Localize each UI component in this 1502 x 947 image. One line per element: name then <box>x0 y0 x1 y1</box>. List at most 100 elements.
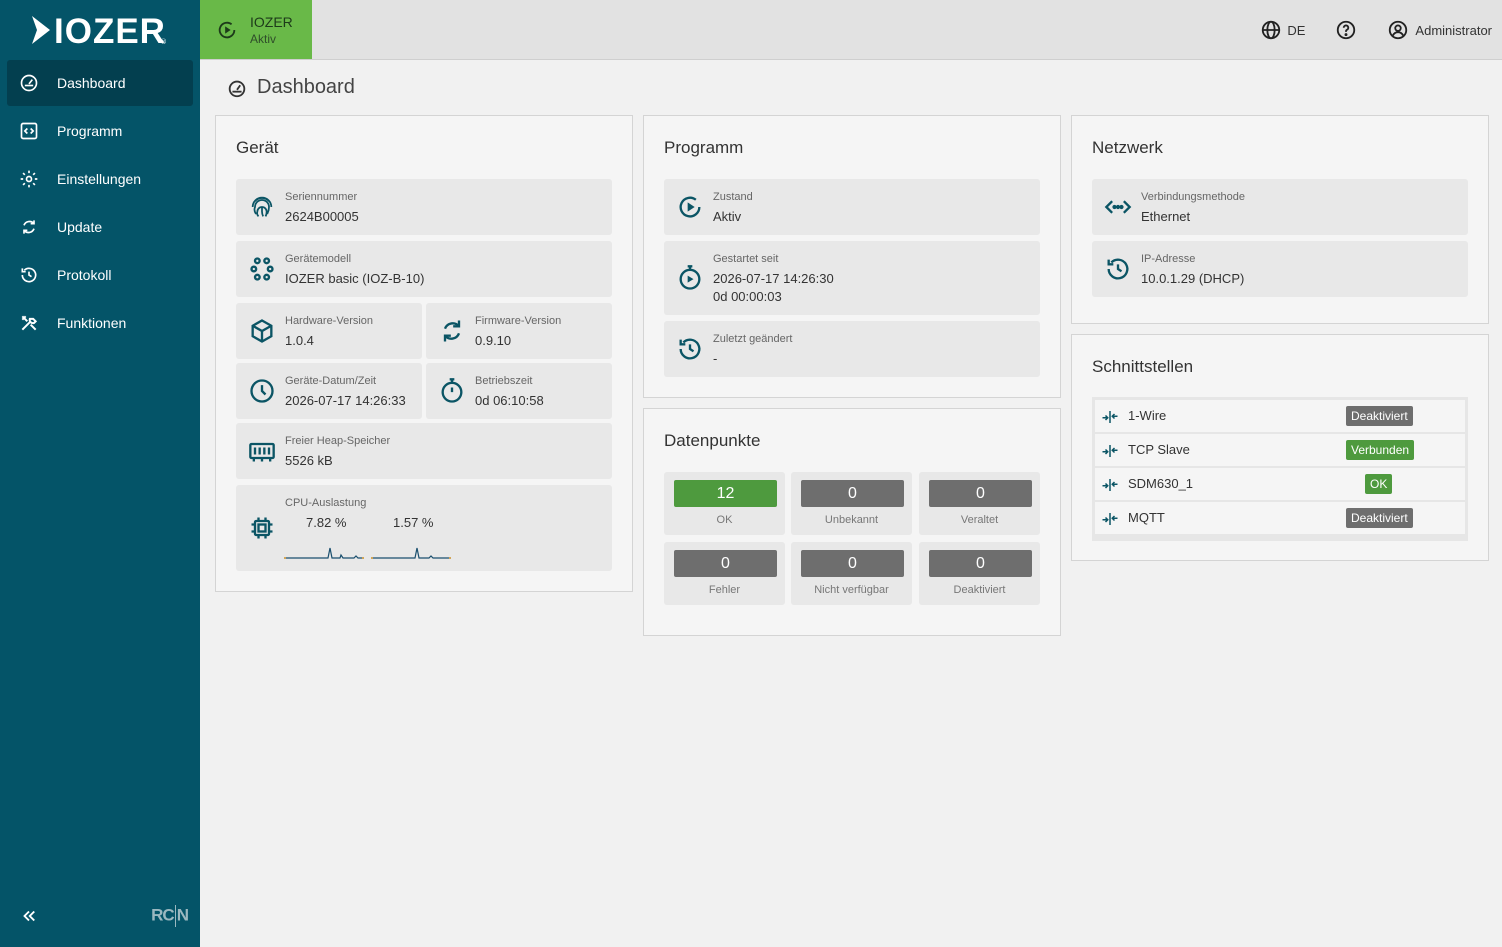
gauge-icon <box>228 80 246 97</box>
datapoint-outdated[interactable]: 0 Veraltet <box>919 472 1040 535</box>
uptime-tile: Betriebszeit 0d 06:10:58 <box>426 363 612 419</box>
hardware-tile: Hardware-Version 1.0.4 <box>236 303 422 359</box>
cpu-icon <box>251 517 273 539</box>
status-badge: Deaktiviert <box>1346 406 1413 426</box>
nav-item-programm[interactable]: Programm <box>7 108 193 154</box>
network-arrows-icon <box>1104 200 1132 214</box>
history-icon <box>1107 258 1129 280</box>
started-duration: 0d 00:00:03 <box>713 289 782 304</box>
language-label: DE <box>1287 22 1306 38</box>
free-heap: 5526 kB <box>285 453 333 468</box>
play-circle-icon <box>218 21 236 38</box>
refresh-icon <box>19 217 39 237</box>
datapoint-unknown[interactable]: 0 Unbekannt <box>791 472 912 535</box>
page-title: Dashboard <box>226 76 355 99</box>
nav-item-funktionen[interactable]: Funktionen <box>7 300 193 346</box>
stopwatch-icon <box>441 378 463 403</box>
interface-row-1wire[interactable]: 1-Wire Deaktiviert <box>1095 400 1465 432</box>
tools-icon <box>19 313 39 333</box>
interface-row-tcp-slave[interactable]: TCP Slave Verbunden <box>1095 434 1465 466</box>
collapse-sidebar-icon[interactable] <box>20 907 40 927</box>
connect-arrows-icon <box>1102 445 1118 457</box>
device-datetime: 2026-07-17 14:26:33 <box>285 393 406 408</box>
memory-icon <box>249 442 275 462</box>
language-button[interactable]: DE <box>1260 19 1305 41</box>
clock-icon <box>250 379 274 403</box>
play-circle-icon <box>679 196 701 218</box>
cpu-sparkline-2 <box>371 547 451 559</box>
connection-method: Ethernet <box>1141 209 1191 224</box>
iozer-logo[interactable]: IOZER ® <box>0 0 200 60</box>
nav-item-einstellungen[interactable]: Einstellungen <box>7 156 193 202</box>
nav-label: Protokoll <box>57 267 112 283</box>
connect-arrows-icon <box>1102 479 1118 491</box>
datapoint-ok[interactable]: 12 OK <box>664 472 785 535</box>
firmware-version: 0.9.10 <box>475 333 512 348</box>
status-badge: OK <box>1365 474 1393 494</box>
cpu-sparkline-1 <box>284 547 364 559</box>
interface-row-sdm630[interactable]: SDM630_1 OK <box>1095 468 1465 500</box>
card-title: Datenpunkte <box>664 431 761 450</box>
user-name: Administrator <box>1415 22 1492 38</box>
cpu-core-1: 7.82 % <box>306 515 347 530</box>
datapoint-disabled[interactable]: 0 Deaktiviert <box>919 542 1040 605</box>
state-tile: Zustand Aktiv <box>664 179 1040 235</box>
changed-tile: Zuletzt geändert - <box>664 321 1040 377</box>
nav-label: Funktionen <box>57 315 127 331</box>
connect-arrows-icon <box>1102 513 1118 525</box>
nav-item-protokoll[interactable]: Protokoll <box>7 252 193 298</box>
stopwatch-play-icon <box>679 265 701 290</box>
card-title: Gerät <box>236 138 279 157</box>
gauge-icon <box>19 73 39 93</box>
ip-address-tile: IP-Adresse 10.0.1.29 (DHCP) <box>1092 241 1468 297</box>
nav-item-dashboard[interactable]: Dashboard <box>7 60 193 106</box>
status-badge: Verbunden <box>1346 440 1415 460</box>
datapoints-card: Datenpunkte 12 OK 0 Unbekannt 0 Veraltet… <box>643 408 1061 636</box>
device-card: Gerät Seriennummer 2624B00005 Gerätemode… <box>215 115 633 592</box>
program-state-value: Aktiv <box>713 209 742 224</box>
started-datetime: 2026-07-17 14:26:30 <box>713 271 834 286</box>
globe-icon <box>1262 20 1281 40</box>
nav-label: Dashboard <box>57 75 126 91</box>
card-title: Programm <box>664 138 744 157</box>
user-circle-icon <box>1389 20 1408 40</box>
program-status-button[interactable]: IOZER Aktiv <box>200 0 312 59</box>
dots-circle-icon <box>250 257 274 281</box>
datapoint-unavailable[interactable]: 0 Nicht verfügbar <box>791 542 912 605</box>
fingerprint-icon <box>251 196 273 217</box>
interfaces-list: 1-Wire Deaktiviert TCP Slave Verbunden S… <box>1092 397 1468 541</box>
heap-tile: Freier Heap-Speicher 5526 kB <box>236 423 612 479</box>
model-tile: Gerätemodell IOZER basic (IOZ-B-10) <box>236 241 612 297</box>
help-button[interactable] <box>1335 19 1357 41</box>
serial-tile: Seriennummer 2624B00005 <box>236 179 612 235</box>
started-tile: Gestartet seit 2026-07-17 14:26:30 0d 00… <box>664 241 1040 315</box>
nav-label: Einstellungen <box>57 171 142 187</box>
firmware-tile: Firmware-Version 0.9.10 <box>426 303 612 359</box>
network-card: Netzwerk Verbindungsmethode Ethernet IP-… <box>1071 115 1489 324</box>
cube-icon <box>251 319 273 343</box>
last-changed: - <box>713 351 718 366</box>
gear-icon <box>19 169 39 189</box>
ip-address: 10.0.1.29 (DHCP) <box>1141 271 1245 286</box>
nav-item-update[interactable]: Update <box>7 204 193 250</box>
interfaces-card: Schnittstellen 1-Wire Deaktiviert TCP Sl… <box>1071 334 1489 561</box>
device-model: IOZER basic (IOZ-B-10) <box>285 271 425 286</box>
datapoint-error[interactable]: 0 Fehler <box>664 542 785 605</box>
program-card: Programm Zustand Aktiv Gestartet seit 20… <box>643 115 1061 398</box>
program-name: IOZER <box>250 13 293 30</box>
cpu-tile: CPU-Auslastung 7.82 % 1.57 % <box>236 485 612 571</box>
topbar-actions: DE Administrator <box>1260 0 1492 60</box>
user-menu-button[interactable]: Administrator <box>1387 19 1492 41</box>
card-title: Schnittstellen <box>1092 357 1194 376</box>
nav-label: Update <box>57 219 103 235</box>
status-badge: Deaktiviert <box>1346 508 1413 528</box>
svg-text:®: ® <box>160 38 167 46</box>
connect-arrows-icon <box>1102 411 1118 423</box>
sidebar: IOZER ® Dashboard Programm Einstellungen… <box>0 0 200 947</box>
uptime: 0d 06:10:58 <box>475 393 544 408</box>
svg-text:IOZER: IOZER <box>54 14 166 46</box>
interface-row-mqtt[interactable]: MQTT Deaktiviert <box>1095 502 1465 534</box>
hardware-version: 1.0.4 <box>285 333 314 348</box>
main-nav: Dashboard Programm Einstellungen Update … <box>0 60 200 346</box>
rcn-logo: RC N <box>151 905 189 927</box>
